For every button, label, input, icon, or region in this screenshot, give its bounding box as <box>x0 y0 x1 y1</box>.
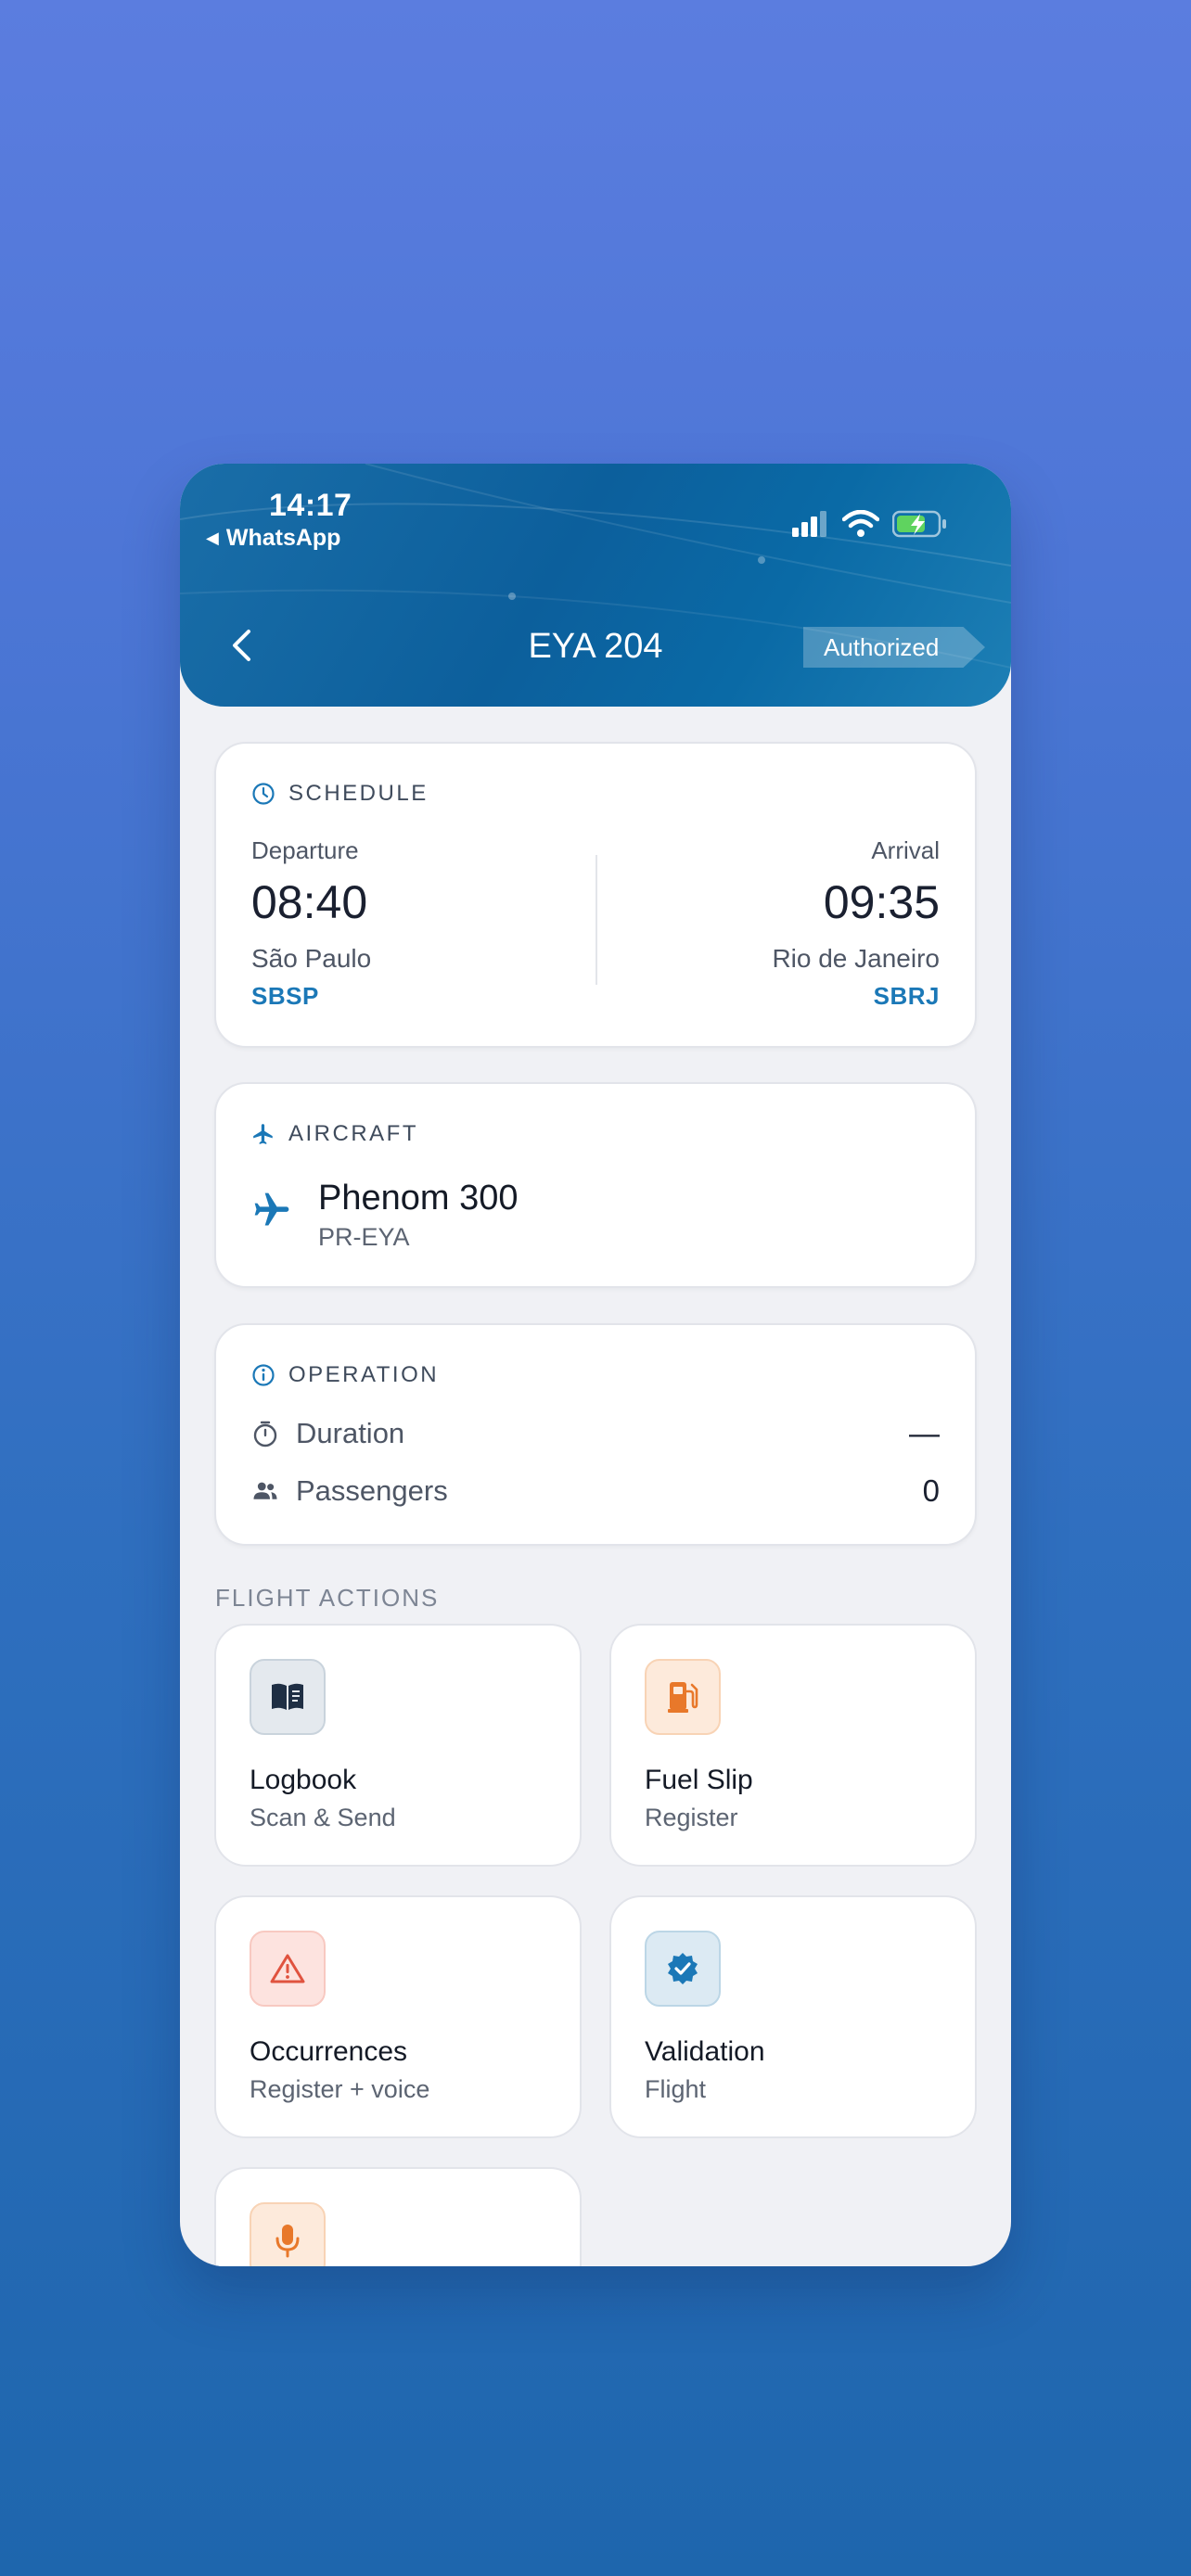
status-badge: Authorized <box>803 627 985 668</box>
flight-actions-heading: FLIGHT ACTIONS <box>215 1584 440 1612</box>
phone-screen: 14:17 ◀ WhatsApp EYA 204 Authorized SCHE… <box>180 464 1011 2266</box>
arrival-code: SBRJ <box>873 982 940 1010</box>
departure-code: SBSP <box>251 982 319 1010</box>
arrival-time: 09:35 <box>823 876 940 928</box>
arrival-label: Arrival <box>871 836 940 864</box>
back-triangle-icon: ◀ <box>206 529 219 547</box>
fuel-slip-tile[interactable]: Fuel Slip Register <box>609 1624 977 1867</box>
duration-value: — <box>909 1416 940 1450</box>
status-back-link[interactable]: ◀ WhatsApp <box>206 525 340 552</box>
aircraft-heading: AIRCRAFT <box>251 1121 418 1147</box>
voice-tile[interactable] <box>214 2167 582 2266</box>
passengers-label: Passengers <box>296 1474 448 1507</box>
book-icon <box>250 1659 326 1735</box>
operation-heading-label: OPERATION <box>288 1362 440 1387</box>
microphone-icon <box>250 2202 326 2266</box>
info-icon <box>252 1364 275 1386</box>
departure-label: Departure <box>251 836 359 864</box>
departure-city: São Paulo <box>251 944 372 973</box>
logbook-title: Logbook <box>250 1765 357 1795</box>
operation-card: OPERATION Duration — Passengers 0 <box>214 1323 977 1546</box>
schedule-divider <box>596 855 597 985</box>
occurrences-tile[interactable]: Occurrences Register + voice <box>214 1895 582 2138</box>
aircraft-model: Phenom 300 <box>318 1179 519 1218</box>
operation-row-passengers: Passengers 0 <box>251 1473 940 1509</box>
aircraft-heading-label: AIRCRAFT <box>288 1121 418 1146</box>
validation-subtitle: Flight <box>645 2075 707 2103</box>
battery-charging-icon <box>892 510 946 538</box>
schedule-heading: SCHEDULE <box>251 781 429 807</box>
logbook-tile[interactable]: Logbook Scan & Send <box>214 1624 582 1867</box>
airplane-icon <box>253 1124 273 1144</box>
fuel-slip-title: Fuel Slip <box>645 1765 753 1795</box>
validation-title: Validation <box>645 2036 765 2067</box>
arrival-city: Rio de Janeiro <box>772 944 940 973</box>
flight-header: 14:17 ◀ WhatsApp EYA 204 Authorized <box>180 464 1011 707</box>
logbook-subtitle: Scan & Send <box>250 1804 396 1831</box>
passengers-value: 0 <box>922 1473 940 1508</box>
aircraft-card: AIRCRAFT Phenom 300 PR-EYA <box>214 1082 977 1288</box>
warning-icon <box>250 1931 326 2007</box>
status-time: 14:17 <box>269 488 352 523</box>
clock-icon <box>252 783 275 805</box>
aircraft-registration: PR-EYA <box>318 1223 410 1251</box>
departure-time: 08:40 <box>251 876 368 928</box>
duration-label: Duration <box>296 1417 405 1449</box>
fuel-slip-subtitle: Register <box>645 1804 738 1831</box>
occurrences-title: Occurrences <box>250 2036 408 2067</box>
schedule-card: SCHEDULE Departure 08:40 São Paulo SBSP … <box>214 742 977 1048</box>
operation-row-duration: Duration — <box>251 1416 940 1451</box>
fuel-pump-icon <box>645 1659 721 1735</box>
people-icon <box>253 1482 277 1499</box>
operation-heading: OPERATION <box>251 1362 439 1388</box>
airplane-icon <box>254 1192 289 1226</box>
stopwatch-icon <box>253 1421 277 1447</box>
schedule-heading-label: SCHEDULE <box>288 781 429 806</box>
verified-badge-icon <box>645 1931 721 2007</box>
status-back-app: WhatsApp <box>225 525 341 551</box>
wifi-icon <box>842 510 879 537</box>
cellular-signal-icon <box>792 511 826 537</box>
occurrences-subtitle: Register + voice <box>250 2075 430 2103</box>
validation-tile[interactable]: Validation Flight <box>609 1895 977 2138</box>
status-icons <box>792 510 948 538</box>
